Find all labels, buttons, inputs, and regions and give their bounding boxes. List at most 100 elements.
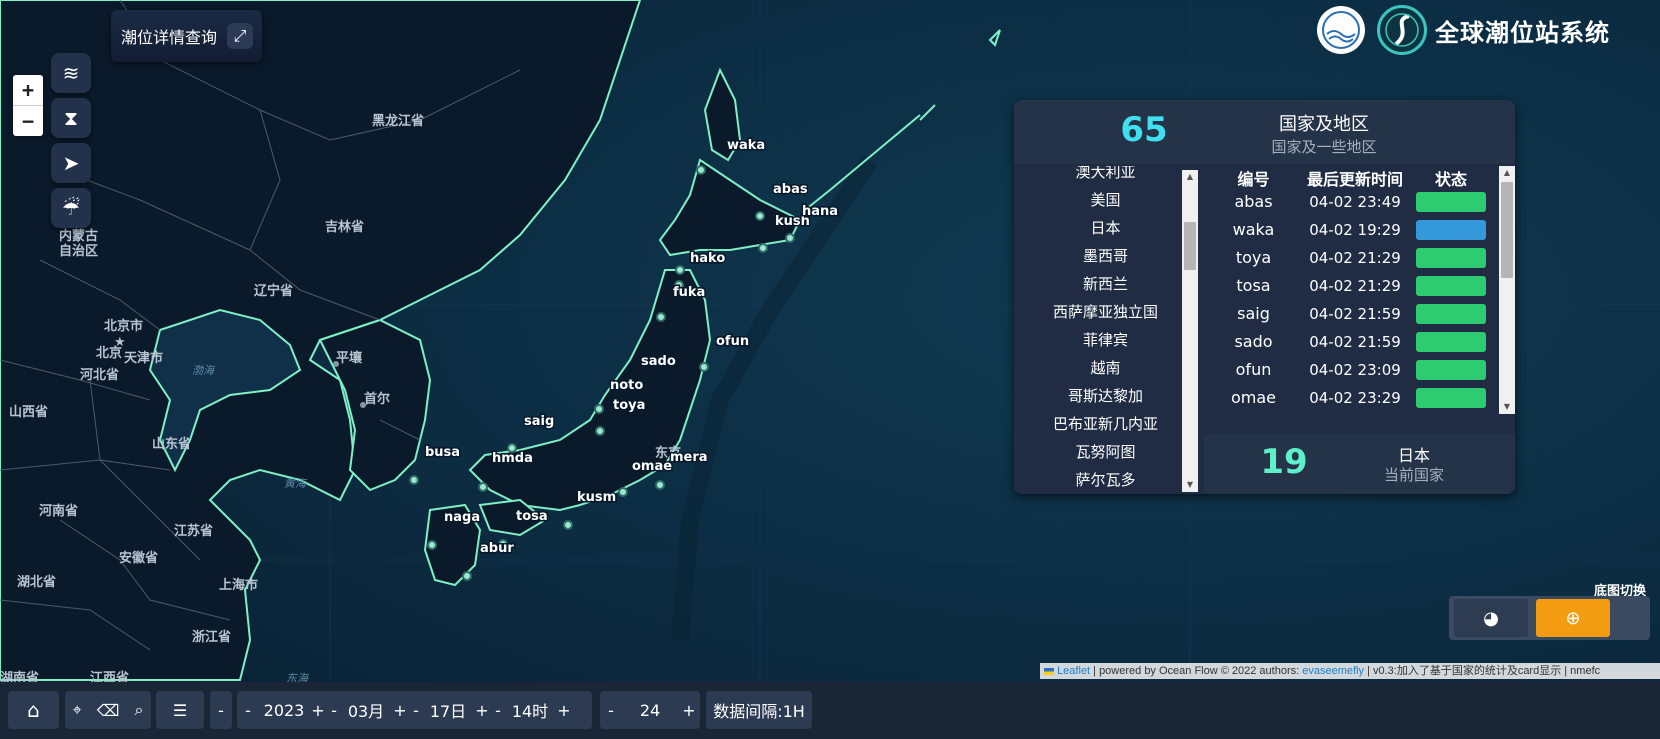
station-marker-toya[interactable] — [595, 426, 605, 436]
scroll-up-icon[interactable]: ▲ — [1182, 170, 1198, 184]
station-label-toya[interactable]: toya — [612, 397, 647, 415]
author-link[interactable]: evaseemefly — [1302, 665, 1364, 677]
scroll-down-icon[interactable]: ▼ — [1182, 478, 1198, 492]
station-label-mera[interactable]: mera — [669, 449, 710, 467]
country-item[interactable]: 美国 — [1014, 186, 1197, 214]
hour-minus-button[interactable]: - — [491, 701, 505, 720]
table-row[interactable]: omae 04-02 23:29 — [1216, 384, 1512, 412]
station-marker-naga[interactable] — [427, 540, 437, 550]
hour-value[interactable]: 14时 — [505, 698, 555, 722]
day-value[interactable]: 17日 — [423, 698, 473, 722]
station-marker-omae[interactable] — [618, 487, 628, 497]
table-row[interactable]: waka 04-02 19:29 — [1216, 216, 1512, 244]
country-list[interactable]: 澳大利亚 美国 日本 墨西哥 新西兰 西萨摩亚独立国 菲律宾 越南 哥斯达黎加 巴布亚新几内亚 瓦努… — [1014, 166, 1197, 492]
station-label-hana[interactable]: hana — [801, 203, 840, 221]
table-row[interactable]: saig 04-02 21:59 — [1216, 300, 1512, 328]
country-item[interactable]: 日本 — [1014, 214, 1197, 242]
year-minus-button[interactable]: - — [237, 701, 259, 720]
locate-icon[interactable]: ⌖ — [73, 700, 82, 720]
country-item[interactable]: 西萨摩亚独立国 — [1014, 298, 1197, 326]
status-badge — [1416, 192, 1486, 212]
table-row[interactable]: sado 04-02 21:59 — [1216, 328, 1512, 356]
table-scroll-up-icon[interactable]: ▲ — [1499, 166, 1515, 180]
month-plus-button[interactable]: + — [391, 701, 409, 720]
station-label-abur[interactable]: abur — [479, 540, 516, 558]
hour-plus-button[interactable]: + — [555, 701, 573, 720]
country-item[interactable]: 墨西哥 — [1014, 242, 1197, 270]
day-minus-button[interactable]: - — [409, 701, 423, 720]
station-marker-kusm[interactable] — [563, 520, 573, 530]
country-item[interactable]: 萨尔瓦多 — [1014, 466, 1197, 492]
layers-button[interactable]: ☰ — [156, 691, 204, 729]
station-label-fuka[interactable]: fuka — [672, 284, 707, 302]
country-item[interactable]: 哥斯达黎加 — [1014, 382, 1197, 410]
station-marker-ofun[interactable] — [699, 362, 709, 372]
year-value[interactable]: 2023 — [259, 701, 309, 720]
table-row[interactable]: ofun 04-02 23:09 — [1216, 356, 1512, 384]
station-label-naga[interactable]: naga — [443, 509, 482, 527]
country-item[interactable]: 澳大利亚 — [1014, 166, 1197, 186]
station-label-hmda[interactable]: hmda — [491, 450, 535, 468]
basemap-globe-button[interactable]: ⊕ — [1536, 599, 1610, 637]
eraser-icon[interactable]: ⌫ — [97, 701, 120, 720]
country-item[interactable]: 越南 — [1014, 354, 1197, 382]
expand-icon[interactable]: ⤢ — [227, 23, 254, 49]
station-label-saig[interactable]: saig — [523, 413, 556, 431]
interval-plus-button[interactable]: + — [678, 701, 700, 720]
tide-detail-query-button[interactable]: 潮位详情查询 ⤢ — [111, 10, 262, 62]
month-value[interactable]: 03月 — [341, 698, 391, 722]
hourglass-button[interactable]: ⧗ — [51, 98, 91, 138]
tide-layer-button[interactable]: ≋ — [51, 53, 91, 93]
station-label-omae[interactable]: omae — [631, 458, 674, 476]
station-marker-mera[interactable] — [655, 480, 665, 490]
navigate-button[interactable]: ➤ — [51, 143, 91, 183]
station-marker-busa[interactable] — [409, 475, 419, 485]
station-marker-abur[interactable] — [462, 571, 472, 581]
station-marker-sado[interactable] — [656, 312, 666, 322]
station-label-kusm[interactable]: kusm — [576, 489, 618, 507]
label-shanxi: 山西省 — [9, 404, 48, 420]
country-item[interactable]: 新西兰 — [1014, 270, 1197, 298]
zoom-out-button[interactable]: − — [13, 105, 43, 136]
country-item[interactable]: 菲律宾 — [1014, 326, 1197, 354]
station-label-busa[interactable]: busa — [424, 444, 462, 462]
attribution-text-2: | v0.3:加入了基于国家的统计及card显示 | nmefc — [1364, 665, 1601, 677]
station-marker-hako[interactable] — [675, 265, 685, 275]
station-table-scroll-thumb[interactable] — [1501, 182, 1513, 278]
station-label-noto[interactable]: noto — [609, 377, 645, 395]
table-row[interactable]: abas 04-02 23:49 — [1216, 188, 1512, 216]
leaflet-link[interactable]: Leaflet — [1057, 665, 1090, 677]
zoom-control: + − — [13, 75, 43, 136]
station-label-hako[interactable]: hako — [689, 250, 727, 268]
zoom-in-button[interactable]: + — [13, 75, 43, 105]
year-plus-button[interactable]: + — [309, 701, 327, 720]
basemap-dark-button[interactable]: ◕ — [1454, 599, 1528, 637]
station-marker-noto[interactable] — [594, 404, 604, 414]
station-marker-waka[interactable] — [696, 165, 706, 175]
range-minus-button[interactable]: - — [210, 691, 232, 729]
station-label-tosa[interactable]: tosa — [515, 508, 550, 526]
station-table-scrollbar[interactable]: ▲ ▼ — [1499, 166, 1515, 414]
day-plus-button[interactable]: + — [473, 701, 491, 720]
station-label-sado[interactable]: sado — [640, 353, 678, 371]
home-button[interactable]: ⌂ — [8, 691, 59, 729]
interval-value[interactable]: 24 — [622, 701, 678, 720]
station-label-waka[interactable]: waka — [726, 137, 767, 155]
typhoon-button[interactable]: ☔ — [51, 188, 91, 228]
country-list-scrollbar[interactable]: ▲ ▼ — [1182, 170, 1198, 492]
station-marker-abas[interactable] — [755, 211, 765, 221]
table-row[interactable]: tosa 04-02 21:29 — [1216, 272, 1512, 300]
zoom-search-icon[interactable]: ⌕ — [134, 700, 143, 720]
table-row[interactable]: toya 04-02 21:29 — [1216, 244, 1512, 272]
country-item[interactable]: 瓦努阿图 — [1014, 438, 1197, 466]
station-label-abas[interactable]: abas — [772, 181, 810, 199]
station-label-ofun[interactable]: ofun — [715, 333, 751, 351]
country-list-scroll-thumb[interactable] — [1184, 222, 1196, 270]
country-item[interactable]: 巴布亚新几内亚 — [1014, 410, 1197, 438]
month-minus-button[interactable]: - — [327, 701, 341, 720]
station-marker-kush[interactable] — [758, 243, 768, 253]
table-scroll-down-icon[interactable]: ▼ — [1499, 400, 1515, 414]
interval-minus-button[interactable]: - — [600, 701, 622, 720]
station-marker-hmda[interactable] — [478, 482, 488, 492]
station-marker-hana[interactable] — [785, 233, 795, 243]
